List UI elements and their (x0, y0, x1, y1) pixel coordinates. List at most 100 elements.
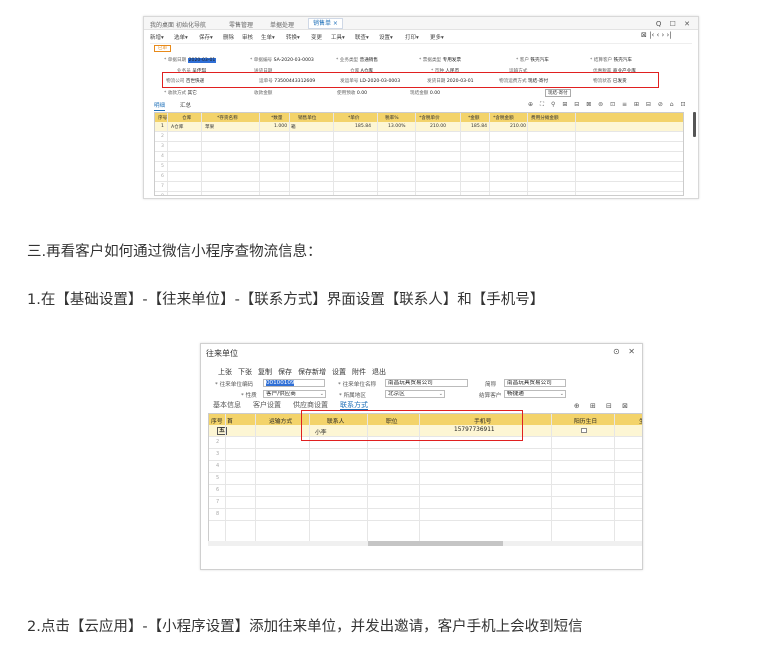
horizontal-scrollbar[interactable] (208, 541, 642, 546)
field-prepayment[interactable]: 使用预收 0.00 (337, 90, 367, 96)
col-header: 运输方式 (269, 419, 293, 425)
table-row[interactable]: 4 (209, 461, 642, 473)
table-row[interactable]: 5 (209, 473, 642, 485)
tab-summary[interactable]: 汇总 (180, 101, 191, 109)
toolbar: 上张 下张 复制 保存 保存新增 设置 附件 退出 (218, 367, 392, 377)
settle-label: 结算客户 (479, 393, 502, 399)
settings-button[interactable]: 设置▾ (379, 33, 393, 41)
select-button[interactable]: 选单▾ (174, 33, 188, 41)
sales-order-screenshot: 我的桌面 初始化导航 零售管理 单据处理 销售单 × Q ☐ ✕ 新增▾ 选单▾… (143, 16, 699, 199)
table-row[interactable]: 6 (155, 172, 683, 182)
code-input[interactable]: 00100109 (263, 379, 325, 387)
col-header: *金额 (468, 115, 480, 121)
next-button[interactable]: 下张 (238, 368, 252, 376)
col-header: 首 (227, 419, 233, 425)
field-settle-customer[interactable]: * 结算客户 铁壳汽车 (590, 57, 632, 63)
col-header: *存货名称 (217, 115, 238, 121)
window-controls[interactable]: ⊙ ✕ (613, 347, 638, 356)
col-header: *含税金额 (493, 115, 514, 121)
settle-select[interactable]: 畅捷通 ⌄ (504, 390, 566, 398)
generate-button[interactable]: 生单▾ (261, 33, 275, 41)
name-input[interactable]: 南昌玩具贸易公司 (385, 379, 468, 387)
table-row[interactable]: 6 (209, 485, 642, 497)
col-header: 费用分摊金额 (531, 115, 559, 121)
field-doc-number[interactable]: * 单据编号 SA-2020-03-0003 (250, 57, 314, 63)
field-customer[interactable]: * 客户 铁壳汽车 (516, 57, 549, 63)
name-label: * 往来单位名称 (338, 382, 377, 388)
step-1-text: 1.在【基础设置】-【往来单位】-【联系方式】界面设置【联系人】和【手机号】 (27, 292, 545, 308)
change-button[interactable]: 变更 (311, 33, 322, 41)
query-button[interactable]: 联查▾ (355, 33, 369, 41)
table-row[interactable]: 3 (155, 142, 683, 152)
exit-button[interactable]: 退出 (372, 368, 386, 376)
table-row[interactable]: 3 (209, 449, 642, 461)
more-button[interactable]: 更多▾ (430, 33, 444, 41)
tools-button[interactable]: 工具▾ (331, 33, 345, 41)
field-cash-amount[interactable]: 现结金额 0.00 (410, 90, 440, 96)
step-2-text: 2.点击【云应用】-【小程序设置】添加往来单位，并发出邀请，客户手机上会收到短信 (27, 619, 583, 635)
save-button[interactable]: 保存 (278, 368, 292, 376)
table-row[interactable]: 7 (155, 182, 683, 192)
field-payment-amount[interactable]: 收款金额 (254, 90, 272, 96)
grid-toolbar-icons[interactable]: ⊕ ⛶ ⚲ ⊞ ⊟ ⊠ ⊜ ⊡ ≡ ⊞ ⊟ ⊘ ⌂ ⊡ (528, 101, 688, 109)
field-invoice-type[interactable]: * 票据类型 专用发票 (419, 57, 461, 63)
approve-button[interactable]: 审核 (242, 33, 253, 41)
info-tabs: 基本信息 客户设置 供应商设置 联系方式 (213, 400, 380, 410)
tab-doc-process[interactable]: 单据处理 (270, 20, 294, 29)
vertical-scrollbar[interactable] (693, 112, 696, 137)
print-button[interactable]: 打印▾ (405, 33, 419, 41)
convert-button[interactable]: 转换▾ (286, 33, 300, 41)
tab-contact[interactable]: 联系方式 (340, 401, 368, 410)
logistics-highlight-box (162, 72, 659, 88)
table-row[interactable]: 5 (155, 162, 683, 172)
nav-controls[interactable]: ⊠ |‹ ‹ › ›| (641, 31, 672, 39)
tab-customer-settings[interactable]: 客户设置 (253, 401, 281, 409)
short-name-input[interactable]: 南昌玩具贸易公司 (504, 379, 566, 387)
checkbox[interactable] (581, 428, 587, 433)
window-controls[interactable]: Q ☐ ✕ (656, 20, 693, 28)
window-title: 往来单位 (206, 349, 238, 358)
detail-grid: 序号 仓库 *存货名称 *数量 销售单位 *单价 税率% *含税单价 *金额 *… (154, 112, 684, 196)
status-badge: 已审 (154, 45, 171, 52)
chevron-down-icon: ⌄ (559, 391, 564, 397)
table-row[interactable]: 7 (209, 497, 642, 509)
nature-label: * 性质 (241, 393, 257, 399)
chevron-down-icon: ⌄ (438, 391, 443, 397)
table-row[interactable]: 8 (155, 192, 683, 195)
region-select[interactable]: 北京区 ⌄ (385, 390, 445, 398)
col-header: 阳历生日 (574, 419, 598, 425)
delete-button[interactable]: 删除 (223, 33, 234, 41)
tab-sales-order[interactable]: 销售单 × (308, 18, 343, 29)
table-row[interactable]: 1 A仓库 苹果 1.000 箱 185.84 13.00% 210.00 18… (155, 122, 683, 132)
field-doc-date[interactable]: * 单据日期 2020-03-01 (164, 57, 217, 63)
table-row[interactable]: 8 (209, 509, 642, 521)
settings-button[interactable]: 设置 (332, 368, 346, 376)
scroll-thumb[interactable] (368, 541, 503, 546)
field-payment-method[interactable]: * 收款方式 其它 (164, 90, 197, 96)
save-new-button[interactable]: 保存新增 (298, 368, 326, 376)
attachment-button[interactable]: 附件 (352, 368, 366, 376)
prev-button[interactable]: 上张 (218, 368, 232, 376)
contact-highlight-box (301, 410, 523, 441)
tooltip: 现结-寄付 (545, 89, 571, 97)
tab-desktop[interactable]: 我的桌面 (150, 20, 174, 29)
col-header: *含税单价 (419, 115, 440, 121)
tab-supplier-settings[interactable]: 供应商设置 (293, 401, 328, 409)
tab-basic-info[interactable]: 基本信息 (213, 401, 241, 409)
save-button[interactable]: 保存▾ (199, 33, 213, 41)
tab-init-nav[interactable]: 初始化导航 (176, 20, 206, 29)
partner-unit-screenshot: 往来单位 ⊙ ✕ 上张 下张 复制 保存 保存新增 设置 附件 退出 * 往来单位编码 001… (200, 343, 643, 570)
field-business-type[interactable]: * 业务类型 普通销售 (336, 57, 378, 63)
grid-header: 序号 仓库 *存货名称 *数量 销售单位 *单价 税率% *含税单价 *金额 *… (155, 113, 683, 122)
new-button[interactable]: 新增▾ (150, 33, 164, 41)
copy-button[interactable]: 复制 (258, 368, 272, 376)
table-row[interactable]: 4 (155, 152, 683, 162)
window-tab-bar: 我的桌面 初始化导航 零售管理 单据处理 销售单 × Q ☐ ✕ (144, 17, 698, 30)
tab-detail[interactable]: 明细 (154, 101, 166, 111)
tab-retail[interactable]: 零售管理 (229, 20, 253, 29)
nature-select[interactable]: 客户/供应商 ⌄ (263, 390, 326, 398)
table-row[interactable]: 2 (155, 132, 683, 142)
grid-toolbar-icons[interactable]: ⊕ ⊞ ⊟ ⊠ (574, 402, 632, 410)
region-label: * 所属地区 (339, 393, 366, 399)
code-label: * 往来单位编码 (215, 382, 254, 388)
